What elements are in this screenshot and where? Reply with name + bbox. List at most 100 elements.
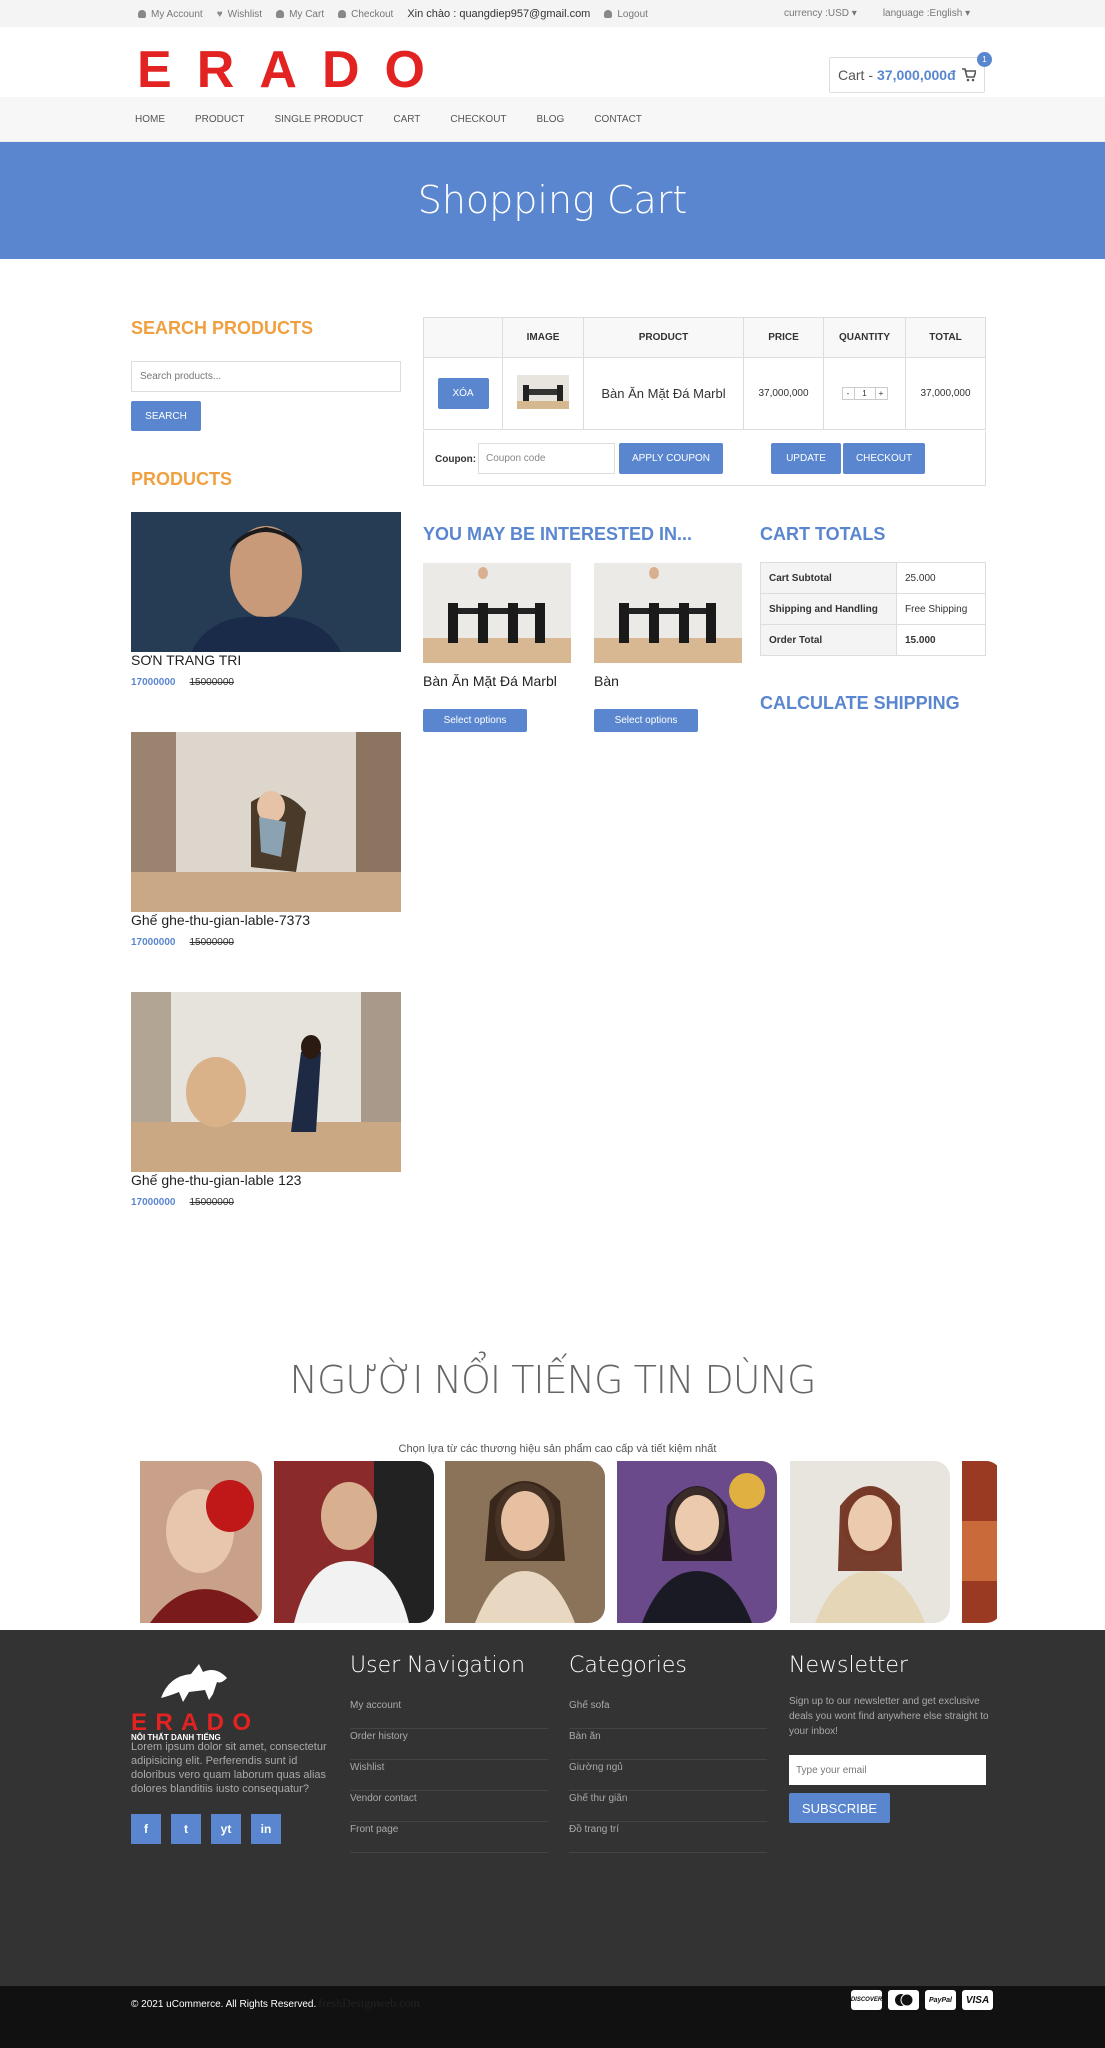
language-dropdown[interactable]: language :English ▾: [883, 8, 970, 19]
qty-input[interactable]: 1: [854, 387, 875, 400]
select-options-button[interactable]: Select options: [594, 709, 698, 732]
col-header: TOTAL: [905, 317, 986, 358]
cart-count-badge: 1: [977, 52, 992, 67]
header-cart[interactable]: Cart -37,000,000đ: [829, 57, 985, 93]
mastercard-icon: [888, 1990, 919, 2010]
qty-plus-button[interactable]: +: [874, 387, 888, 400]
linkedin-icon[interactable]: in: [251, 1814, 281, 1844]
celeb-photo[interactable]: [790, 1461, 950, 1623]
col-header: [423, 317, 503, 358]
nav-single-product[interactable]: SINGLE PRODUCT: [274, 114, 363, 125]
product-image[interactable]: [131, 512, 401, 652]
coupon-input[interactable]: Coupon code: [478, 443, 615, 474]
nav-product[interactable]: PRODUCT: [195, 114, 244, 125]
twitter-icon[interactable]: t: [171, 1814, 201, 1844]
search-input[interactable]: Search products...: [131, 361, 401, 392]
user-icon: [338, 10, 347, 18]
my-account-link[interactable]: My Account: [138, 9, 203, 20]
user-icon: [138, 10, 146, 18]
product-image[interactable]: [131, 732, 401, 912]
table-row: Order Total 15.000: [760, 624, 986, 656]
footer-logo[interactable]: ERADO NỘI THẤT DANH TIẾNG: [131, 1654, 253, 1740]
nav-checkout[interactable]: CHECKOUT: [450, 114, 506, 125]
celeb-photo[interactable]: [617, 1461, 777, 1623]
celeb-photo[interactable]: [962, 1461, 997, 1623]
product-thumbnail[interactable]: [517, 375, 569, 409]
newsletter-heading: Newsletter: [789, 1653, 908, 1678]
logout-link[interactable]: Logout: [604, 9, 648, 20]
top-bar: My Account ♥ Wishlist My Cart Checkout Xi…: [0, 0, 1105, 27]
product-image[interactable]: [131, 992, 401, 1172]
col-header: IMAGE: [502, 317, 584, 358]
col-header: PRODUCT: [583, 317, 744, 358]
subscribe-button[interactable]: SUBSCRIBE: [789, 1793, 890, 1823]
table-row: Shipping and Handling Free Shipping: [760, 593, 986, 625]
erado-logo[interactable]: ERADO: [137, 45, 429, 91]
facebook-icon[interactable]: f: [131, 1814, 161, 1844]
page-banner: Shopping Cart: [0, 142, 1105, 259]
checkout-link[interactable]: Checkout: [338, 9, 393, 20]
qty-minus-button[interactable]: -: [841, 387, 855, 400]
coupon-label: Coupon:: [435, 454, 477, 465]
copyright: © 2021 uCommerce. All Rights Reserved. fr…: [131, 1996, 420, 2010]
footer-link-vendor-contact[interactable]: Vendor contact: [350, 1793, 548, 1822]
footer-link-front-page[interactable]: Front page: [350, 1824, 548, 1853]
svg-text:ERADO: ERADO: [137, 45, 427, 91]
nav-contact[interactable]: CONTACT: [594, 114, 642, 125]
search-heading: SEARCH PRODUCTS: [131, 318, 314, 338]
interested-heading: YOU MAY BE INTERESTED IN...: [423, 524, 693, 544]
cart-totals-table: Cart Subtotal 25.000 Shipping and Handlin…: [760, 562, 986, 656]
products-heading: PRODUCTS: [131, 469, 233, 489]
footer-category-link[interactable]: Bàn ăn: [569, 1731, 767, 1760]
main-nav: HOME PRODUCT SINGLE PRODUCT CART CHECKOU…: [0, 97, 1105, 142]
footer-category-link[interactable]: Ghế thư giãn: [569, 1793, 767, 1822]
my-cart-link[interactable]: My Cart: [276, 9, 324, 20]
cart-header-row: IMAGE PRODUCT PRICE QUANTITY TOTAL: [423, 317, 986, 358]
footer-category-link[interactable]: Đồ trang trí: [569, 1824, 767, 1853]
product-title[interactable]: Ghế ghe-thu-gian-lable 123: [131, 1172, 301, 1188]
paypal-icon: PayPal: [925, 1990, 956, 2010]
product-title[interactable]: Ghế ghe-thu-gian-lable-7373: [131, 912, 310, 928]
update-cart-button[interactable]: UPDATE: [771, 443, 841, 474]
footer-link-wishlist[interactable]: Wishlist: [350, 1762, 548, 1791]
remove-button[interactable]: XÓA: [437, 378, 489, 409]
interested-title[interactable]: Bàn Ăn Mặt Đá Marbl: [423, 673, 557, 689]
interested-title[interactable]: Bàn: [594, 673, 619, 689]
interested-image[interactable]: [594, 563, 742, 663]
wishlist-link[interactable]: ♥ Wishlist: [217, 9, 262, 20]
table-row: Cart Subtotal 25.000: [760, 562, 986, 594]
celeb-photo[interactable]: [140, 1461, 262, 1623]
nav-home[interactable]: HOME: [135, 114, 165, 125]
newsletter-email-input[interactable]: Type your email: [789, 1755, 986, 1785]
nav-cart[interactable]: CART: [393, 114, 420, 125]
discover-icon: DISCOVER: [851, 1990, 882, 2010]
visa-icon: VISA: [962, 1990, 993, 2010]
header: ERADO Cart -37,000,000đ: [0, 27, 1105, 97]
checkout-button[interactable]: CHECKOUT: [843, 443, 925, 474]
svg-text:NỘI THẤT DANH TIẾNG: NỘI THẤT DANH TIẾNG: [131, 1732, 221, 1740]
celebs-carousel[interactable]: [140, 1461, 997, 1623]
footer-link-order-history[interactable]: Order history: [350, 1731, 548, 1760]
payment-icons: DISCOVER PayPal VISA: [851, 1990, 993, 2010]
youtube-icon[interactable]: yt: [211, 1814, 241, 1844]
currency-dropdown[interactable]: currency :USD ▾: [784, 8, 857, 19]
footer-link-my-account[interactable]: My account: [350, 1700, 548, 1729]
calculate-shipping-heading[interactable]: CALCULATE SHIPPING: [760, 693, 960, 714]
col-header: QUANTITY: [823, 317, 906, 358]
greeting-text: Xin chào : quangdiep957@gmail.com: [407, 8, 591, 20]
nav-blog[interactable]: BLOG: [537, 114, 565, 125]
celeb-photo[interactable]: [274, 1461, 434, 1623]
product-title[interactable]: SƠN TRANG TRI: [131, 652, 241, 668]
categories-heading: Categories: [569, 1653, 687, 1678]
footer-category-link[interactable]: Giường ngủ: [569, 1762, 767, 1791]
heart-icon: ♥: [216, 8, 223, 20]
apply-coupon-button[interactable]: APPLY COUPON: [619, 443, 723, 474]
search-button[interactable]: SEARCH: [131, 401, 201, 431]
cart-product-name[interactable]: Bàn Ăn Mặt Đá Marbl: [583, 357, 744, 430]
interested-image[interactable]: [423, 563, 571, 663]
celeb-photo[interactable]: [445, 1461, 605, 1623]
footer-category-link[interactable]: Ghế sofa: [569, 1700, 767, 1729]
select-options-button[interactable]: Select options: [423, 709, 527, 732]
cart-line-total: 37,000,000: [905, 357, 986, 430]
quantity-stepper: - 1 +: [823, 357, 906, 430]
